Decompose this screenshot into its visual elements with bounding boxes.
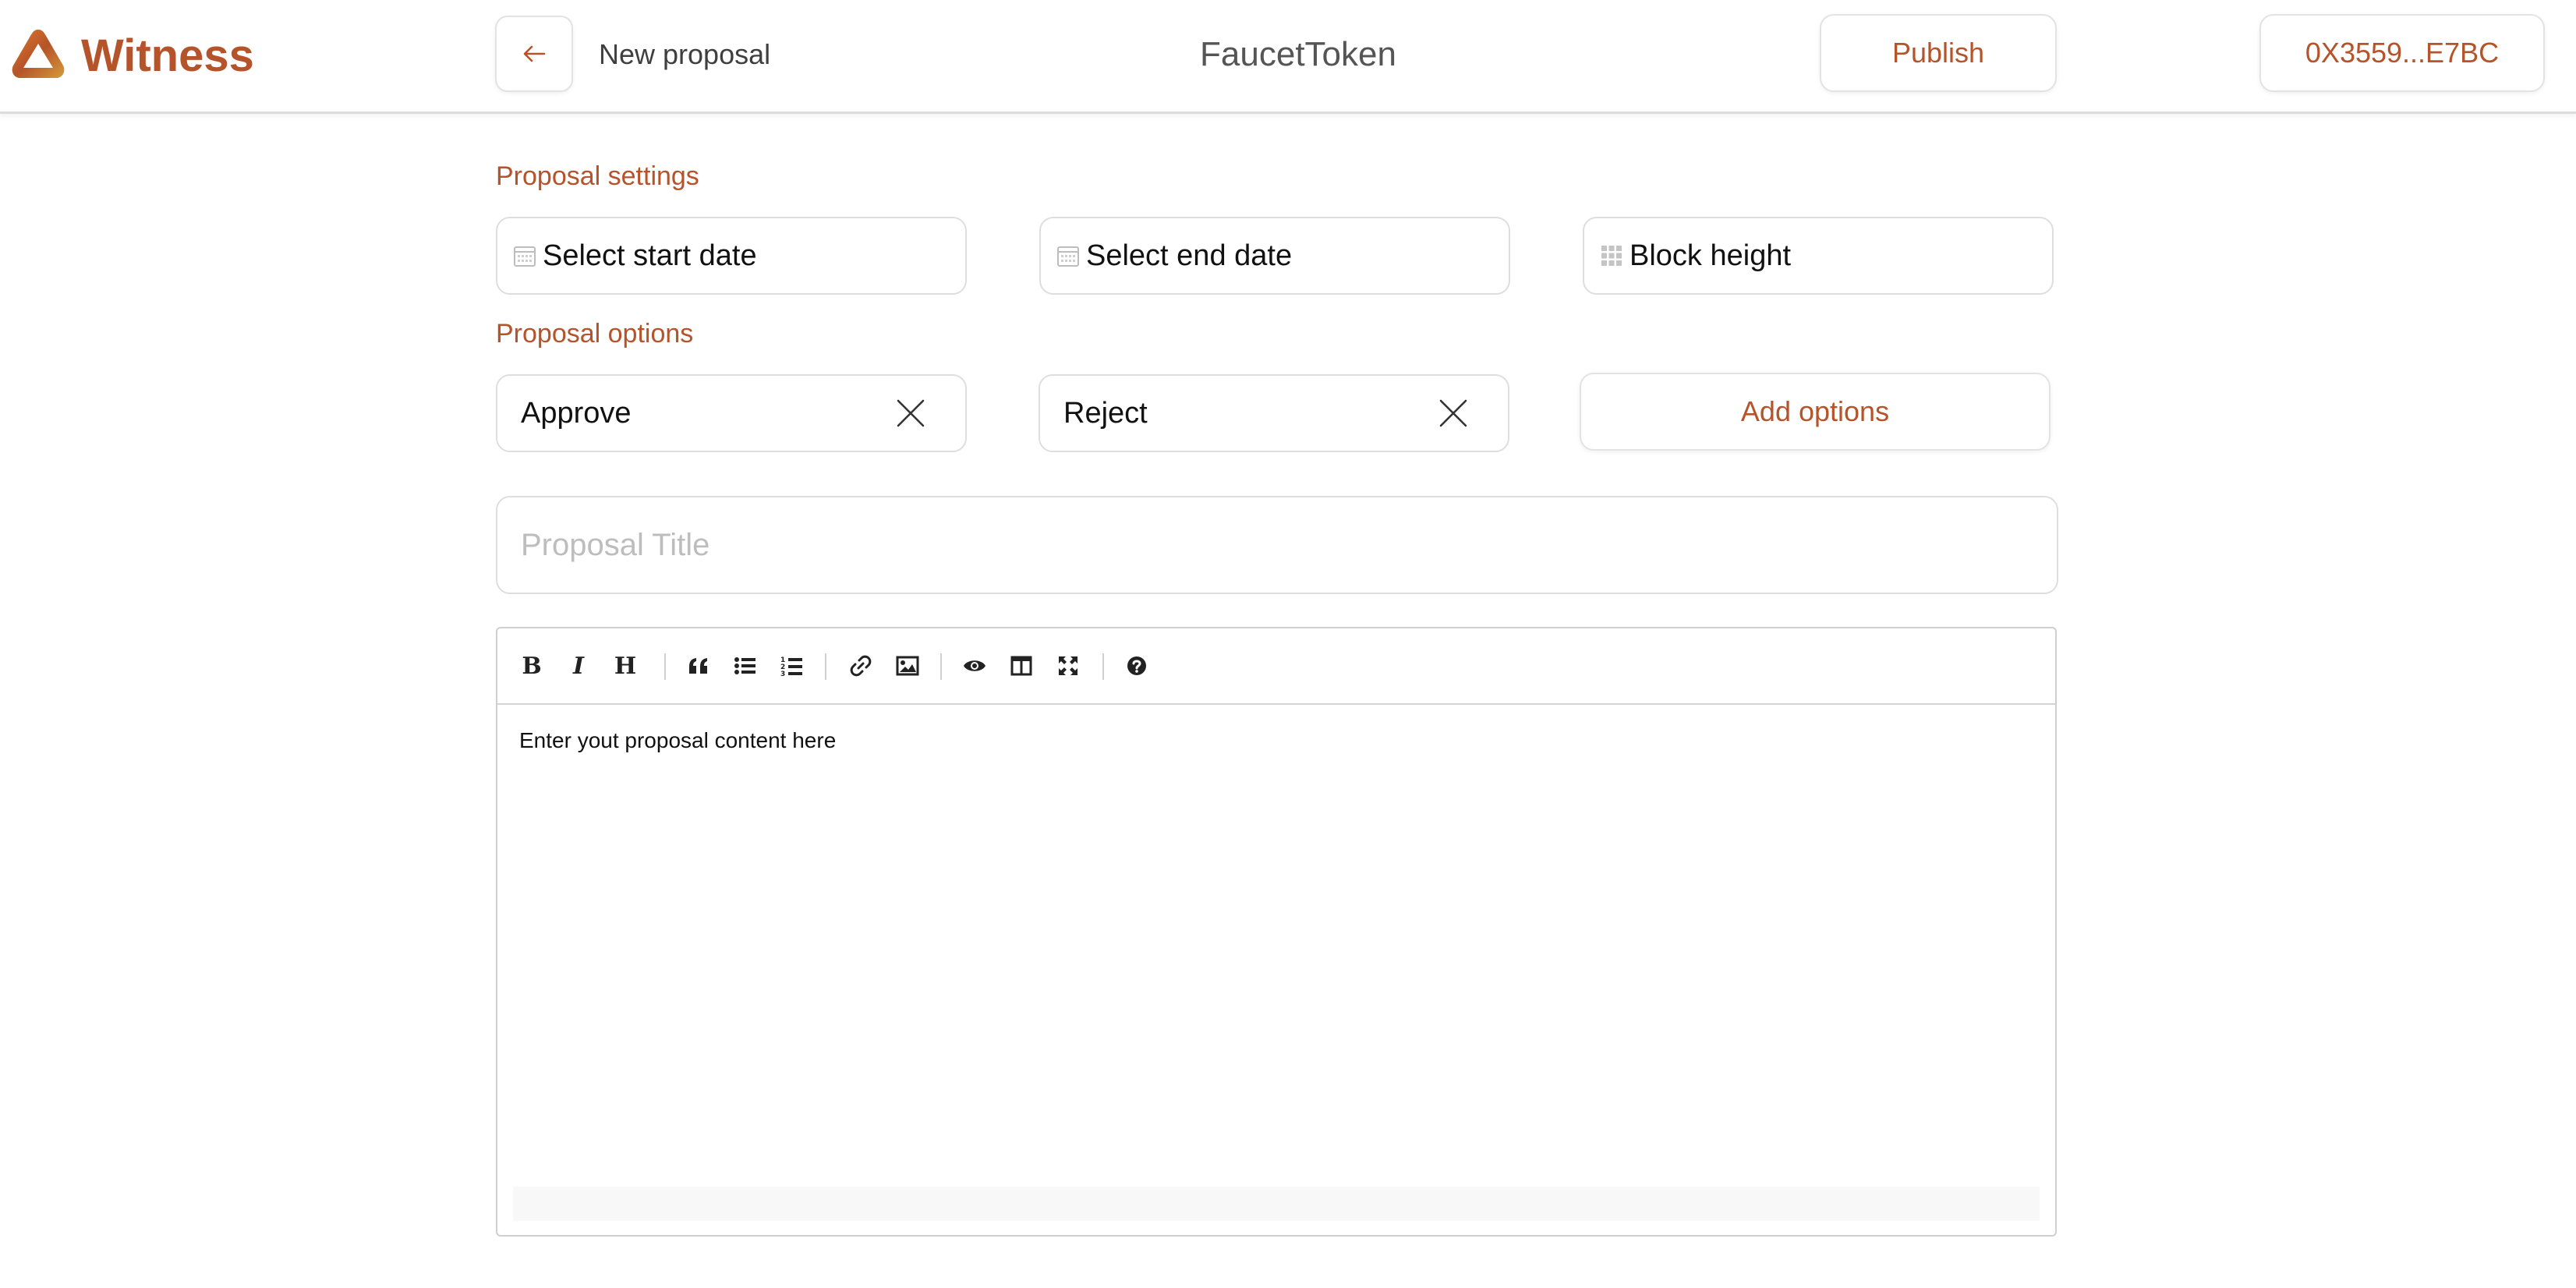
editor-status-bar [513,1187,2040,1221]
start-date-placeholder: Select start date [543,239,757,272]
image-button[interactable] [890,650,925,681]
wallet-address-button[interactable]: 0X3559...E7BC [2259,14,2545,92]
close-icon[interactable] [895,398,926,429]
link-button[interactable] [844,650,878,681]
publish-button[interactable]: Publish [1820,14,2057,92]
eye-icon [964,660,985,671]
brand-name[interactable]: Witness [81,25,254,87]
numbered-list-icon: 1 2 3 [780,656,802,677]
breadcrumb: New proposal [599,38,771,70]
svg-text:3: 3 [780,671,785,677]
quote-icon [689,658,707,674]
calendar-icon [513,244,536,267]
question-circle-icon [1127,656,1146,675]
image-icon [896,656,919,676]
ordered-list-button[interactable]: 1 2 3 [775,650,809,681]
fullscreen-button[interactable] [1051,650,1085,681]
page-title: FaucetToken [1200,35,1396,73]
unordered-list-button[interactable] [728,650,763,681]
arrow-left-icon [523,45,546,62]
top-bar: Witness New proposal FaucetToken Publish… [0,0,2576,114]
columns-icon [1010,656,1032,676]
toolbar-divider [1102,653,1104,680]
editor-content[interactable]: Enter yout proposal content here [519,728,836,753]
proposal-title-input[interactable] [496,496,2058,594]
block-height-label: Block height [1629,239,1792,272]
add-options-button[interactable]: Add options [1580,373,2051,451]
grid-icon [1600,244,1623,267]
help-button[interactable] [1120,650,1154,681]
markdown-editor: B I H 1 2 3 Enter yout proposal content … [496,627,2057,1237]
close-icon[interactable] [1438,398,1469,429]
witness-logo[interactable] [9,27,67,81]
toolbar-divider [664,653,666,680]
toolbar-divider [940,653,942,680]
heading-button[interactable]: H [608,650,642,681]
side-by-side-button[interactable] [1004,650,1039,681]
italic-button[interactable]: I [561,650,596,681]
bold-button[interactable]: B [515,650,549,681]
end-date-placeholder: Select end date [1086,239,1293,272]
option-item-approve[interactable]: Approve [496,374,967,452]
block-height-field[interactable]: Block height [1583,217,2054,295]
editor-toolbar: B I H 1 2 3 [497,628,2055,705]
toolbar-divider [825,653,826,680]
proposal-settings-label: Proposal settings [496,161,699,191]
fullscreen-icon [1059,656,1077,675]
calendar-icon [1056,244,1080,267]
proposal-options-label: Proposal options [496,319,694,349]
back-button[interactable] [495,16,573,92]
option-item-reject[interactable]: Reject [1039,374,1509,452]
bullet-list-icon [734,657,755,674]
quote-button[interactable] [681,650,716,681]
option-label: Reject [1063,397,1148,430]
link-icon [850,655,872,677]
preview-button[interactable] [957,650,992,681]
start-date-picker[interactable]: Select start date [496,217,967,295]
end-date-picker[interactable]: Select end date [1039,217,1510,295]
option-label: Approve [521,397,632,430]
